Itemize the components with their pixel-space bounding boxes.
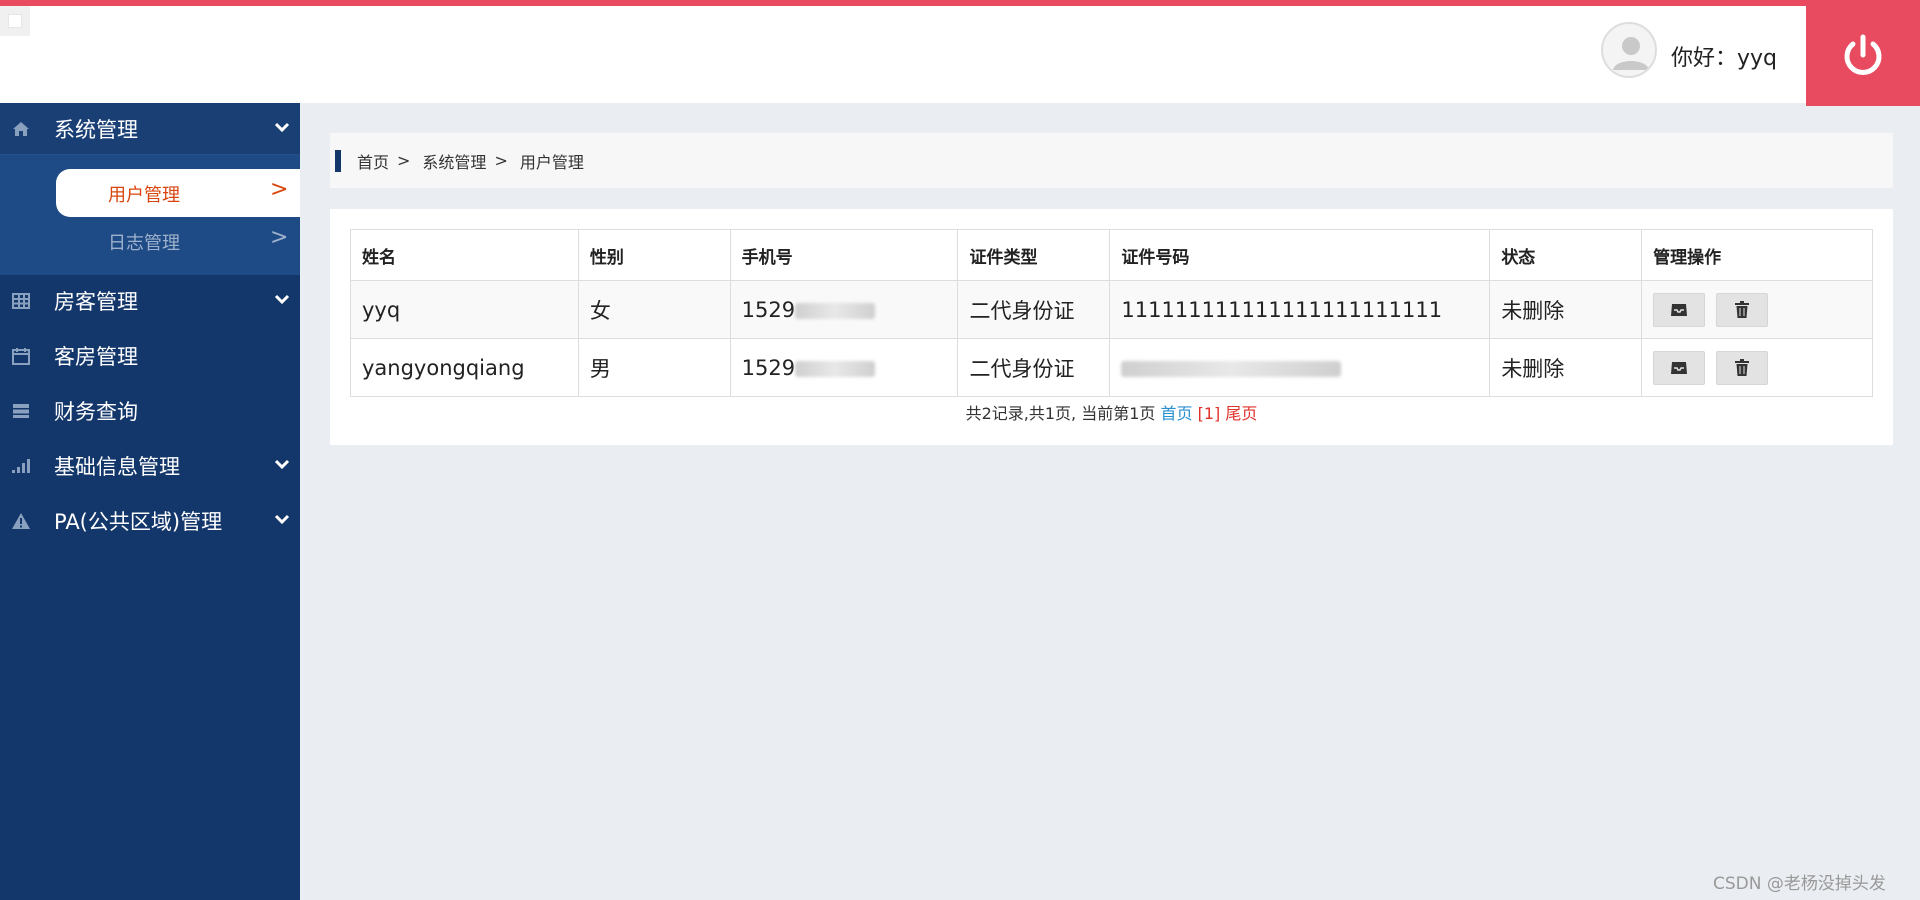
submenu-label: 用户管理 <box>108 185 180 206</box>
corner-checkbox[interactable] <box>0 6 30 36</box>
menu-room-management[interactable]: 客房管理 <box>0 330 300 382</box>
inbox-icon <box>1671 361 1688 374</box>
system-submenu: 用户管理 > 日志管理 > <box>0 155 300 275</box>
user-list-panel: 姓名 性别 手机号 证件类型 证件号码 状态 管理操作 yyq 女 1529 二… <box>330 209 1893 445</box>
cell-name: yangyongqiang <box>350 338 579 397</box>
arrow-right-icon: > <box>270 177 289 202</box>
submenu-log-management[interactable]: 日志管理 > <box>56 217 300 265</box>
delete-button[interactable] <box>1715 350 1768 385</box>
column-header: 性别 <box>577 229 731 281</box>
calendar-icon <box>10 345 32 367</box>
edit-button[interactable] <box>1653 350 1706 385</box>
sidebar: 系统管理 用户管理 > 日志管理 > 房客管理 客房管理 财务查询 基础信息管理… <box>0 103 300 900</box>
chevron-down-icon <box>274 459 290 470</box>
breadcrumb-marker <box>335 149 341 172</box>
watermark: CSDN @老杨没掉头发 <box>1713 874 1886 894</box>
breadcrumb-current: 用户管理 <box>519 152 584 172</box>
trash-icon <box>1734 358 1749 376</box>
table-row: yyq 女 1529 二代身份证 11111111111111111111111… <box>350 280 1873 339</box>
menu-label: 基础信息管理 <box>54 455 180 479</box>
cell-id-type: 二代身份证 <box>957 280 1111 339</box>
breadcrumb-separator: > <box>397 151 411 170</box>
cell-id-type: 二代身份证 <box>957 338 1111 397</box>
current-page-link[interactable]: [1] <box>1198 404 1221 423</box>
table-row: yangyongqiang 男 1529 二代身份证 未删除 <box>350 338 1873 397</box>
cell-phone: 1529 <box>729 338 959 397</box>
column-header: 证件类型 <box>957 229 1111 281</box>
cell-phone: 1529 <box>729 280 959 339</box>
cell-id-number: 111111111111111111111111 <box>1109 280 1491 339</box>
chevron-down-icon <box>274 294 290 305</box>
power-icon <box>1844 34 1882 75</box>
signal-bars-icon <box>10 455 32 477</box>
phone-text: 1529 <box>741 297 796 322</box>
cell-gender: 男 <box>577 338 731 397</box>
menu-label: 房客管理 <box>54 290 138 314</box>
cell-actions <box>1641 280 1873 339</box>
delete-button[interactable] <box>1715 292 1768 327</box>
user-greeting: 你好：yyq <box>1671 46 1778 71</box>
cell-id-number <box>1109 338 1491 397</box>
grid-icon <box>10 290 32 312</box>
menu-label: 客房管理 <box>54 345 138 369</box>
submenu-label: 日志管理 <box>108 233 180 254</box>
menu-label: 财务查询 <box>54 400 138 424</box>
menu-finance-query[interactable]: 财务查询 <box>0 385 300 437</box>
warning-icon <box>10 510 32 532</box>
cell-name: yyq <box>350 280 579 339</box>
server-icon <box>10 400 32 422</box>
cell-actions <box>1641 338 1873 397</box>
phone-text: 1529 <box>741 355 796 380</box>
chevron-down-icon <box>274 514 290 525</box>
user-avatar-icon[interactable] <box>1601 22 1657 78</box>
breadcrumb: 首页 > 系统管理 > 用户管理 <box>330 133 1893 188</box>
column-header: 管理操作 <box>1641 229 1873 281</box>
menu-pa-management[interactable]: PA(公共区域)管理 <box>0 495 300 547</box>
column-header: 状态 <box>1489 229 1643 281</box>
inbox-icon <box>1671 303 1688 316</box>
table-header-row: 姓名 性别 手机号 证件类型 证件号码 状态 管理操作 <box>350 229 1873 281</box>
edit-button[interactable] <box>1653 292 1706 327</box>
column-header: 姓名 <box>350 229 579 281</box>
arrow-right-icon: > <box>270 225 289 250</box>
home-icon <box>10 118 32 140</box>
cell-status: 未删除 <box>1489 280 1643 339</box>
breadcrumb-home[interactable]: 首页 <box>357 149 389 173</box>
redacted-blur <box>1121 360 1342 377</box>
menu-label: PA(公共区域)管理 <box>54 510 223 534</box>
redacted-blur <box>795 360 876 377</box>
last-page-link[interactable]: 尾页 <box>1225 404 1257 423</box>
cell-status: 未删除 <box>1489 338 1643 397</box>
pagination: 共2记录,共1页, 当前第1页 首页 [1] 尾页 <box>330 400 1893 424</box>
column-header: 手机号 <box>729 229 959 281</box>
pagination-summary: 共2记录,共1页, 当前第1页 <box>965 404 1156 423</box>
submenu-user-management[interactable]: 用户管理 > <box>56 169 300 217</box>
first-page-link[interactable]: 首页 <box>1161 404 1193 423</box>
redacted-blur <box>795 302 876 319</box>
menu-label: 系统管理 <box>54 117 138 142</box>
menu-guest-management[interactable]: 房客管理 <box>0 275 300 327</box>
chevron-down-icon <box>274 122 290 133</box>
breadcrumb-system[interactable]: 系统管理 <box>422 149 486 173</box>
logout-button[interactable] <box>1806 6 1920 106</box>
column-header: 证件号码 <box>1109 229 1491 281</box>
trash-icon <box>1734 300 1749 318</box>
menu-system-management[interactable]: 系统管理 <box>0 103 300 155</box>
breadcrumb-separator: > <box>494 151 508 170</box>
user-table: 姓名 性别 手机号 证件类型 证件号码 状态 管理操作 yyq 女 1529 二… <box>350 229 1873 397</box>
menu-basic-info-management[interactable]: 基础信息管理 <box>0 440 300 492</box>
cell-gender: 女 <box>577 280 731 339</box>
